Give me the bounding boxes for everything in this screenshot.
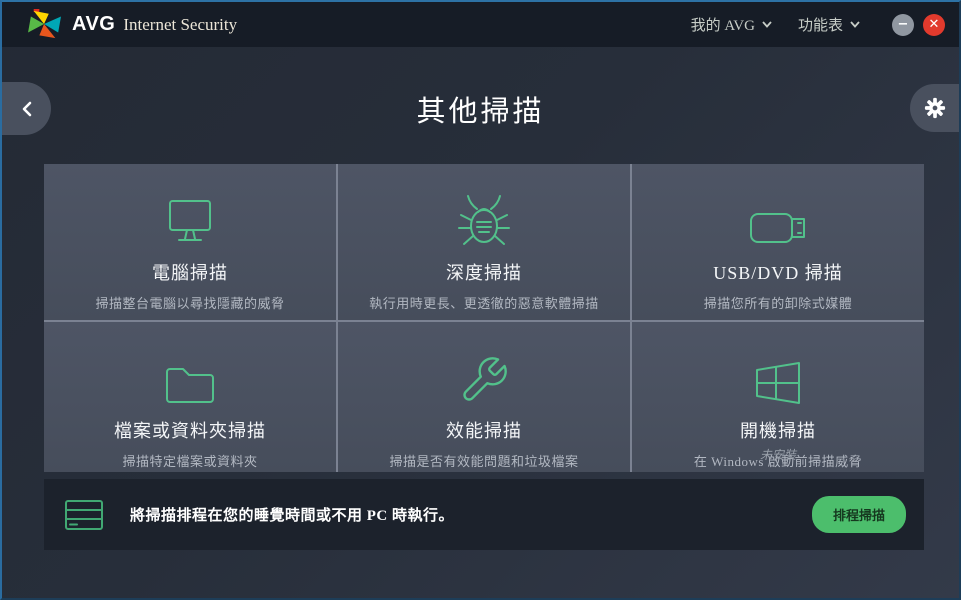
tile-desc: 掃描您所有的卸除式媒體 (704, 293, 853, 312)
windows-icon (752, 348, 804, 406)
folder-icon (164, 348, 216, 406)
gear-icon (924, 97, 946, 119)
main-menu[interactable]: 功能表 (798, 14, 860, 35)
tile-performance-scan[interactable]: 效能掃描 掃描是否有效能問題和垃圾檔案 (338, 322, 630, 472)
chevron-down-icon (850, 21, 860, 28)
page-title: 其他掃描 (2, 88, 959, 130)
product-name: Internet Security (123, 15, 237, 35)
tile-desc: 掃描特定檔案或資料夾 (122, 451, 257, 470)
avg-window: AVG Internet Security 我的 AVG 功能表 − ✕ 其他掃… (0, 0, 961, 600)
schedule-scan-button[interactable]: 排程掃描 (812, 496, 906, 533)
scan-grid: 電腦掃描 掃描整台電腦以尋找隱藏的威脅 深度掃描 執行用時更長、更透徹的惡意軟體… (44, 164, 924, 472)
brand-name: AVG (72, 13, 115, 36)
schedule-icon (64, 499, 104, 531)
tile-boot-scan[interactable]: 開機掃描 在 Windows 啟動前掃描威脅 未安裝 (632, 322, 924, 472)
avg-logo-icon (26, 9, 64, 41)
schedule-bar: 將掃描排程在您的睡覺時間或不用 PC 時執行。 排程掃描 (44, 479, 924, 550)
main-menu-label: 功能表 (798, 14, 843, 35)
my-avg-menu[interactable]: 我的 AVG (691, 14, 772, 35)
titlebar: AVG Internet Security 我的 AVG 功能表 − ✕ (2, 2, 959, 47)
tile-desc: 掃描整台電腦以尋找隱藏的威脅 (95, 293, 284, 312)
chevron-down-icon (762, 21, 772, 28)
tile-desc: 執行用時更長、更透徹的惡意軟體掃描 (369, 293, 599, 312)
usb-icon (748, 190, 808, 248)
tile-title: USB/DVD 掃描 (713, 259, 843, 285)
tile-title: 深度掃描 (446, 259, 522, 285)
close-button[interactable]: ✕ (923, 14, 945, 36)
tile-desc: 掃描是否有效能問題和垃圾檔案 (389, 451, 578, 470)
tile-file-folder-scan[interactable]: 檔案或資料夾掃描 掃描特定檔案或資料夾 (44, 322, 336, 472)
wrench-icon (458, 348, 510, 406)
not-installed-note: 未安裝 (632, 446, 924, 463)
tile-title: 效能掃描 (446, 417, 522, 443)
schedule-message: 將掃描排程在您的睡覺時間或不用 PC 時執行。 (130, 504, 454, 525)
bug-icon (456, 190, 512, 248)
tile-deep-scan[interactable]: 深度掃描 執行用時更長、更透徹的惡意軟體掃描 (338, 164, 630, 320)
monitor-icon (162, 190, 218, 248)
tile-title: 電腦掃描 (152, 259, 228, 285)
tile-title: 開機掃描 (740, 417, 816, 443)
settings-button[interactable] (910, 84, 959, 132)
tile-usb-dvd-scan[interactable]: USB/DVD 掃描 掃描您所有的卸除式媒體 (632, 164, 924, 320)
minimize-button[interactable]: − (892, 14, 914, 36)
my-avg-menu-label: 我的 AVG (691, 14, 755, 35)
chevron-left-icon (21, 101, 32, 117)
tile-title: 檔案或資料夾掃描 (114, 417, 266, 443)
tile-computer-scan[interactable]: 電腦掃描 掃描整台電腦以尋找隱藏的威脅 (44, 164, 336, 320)
